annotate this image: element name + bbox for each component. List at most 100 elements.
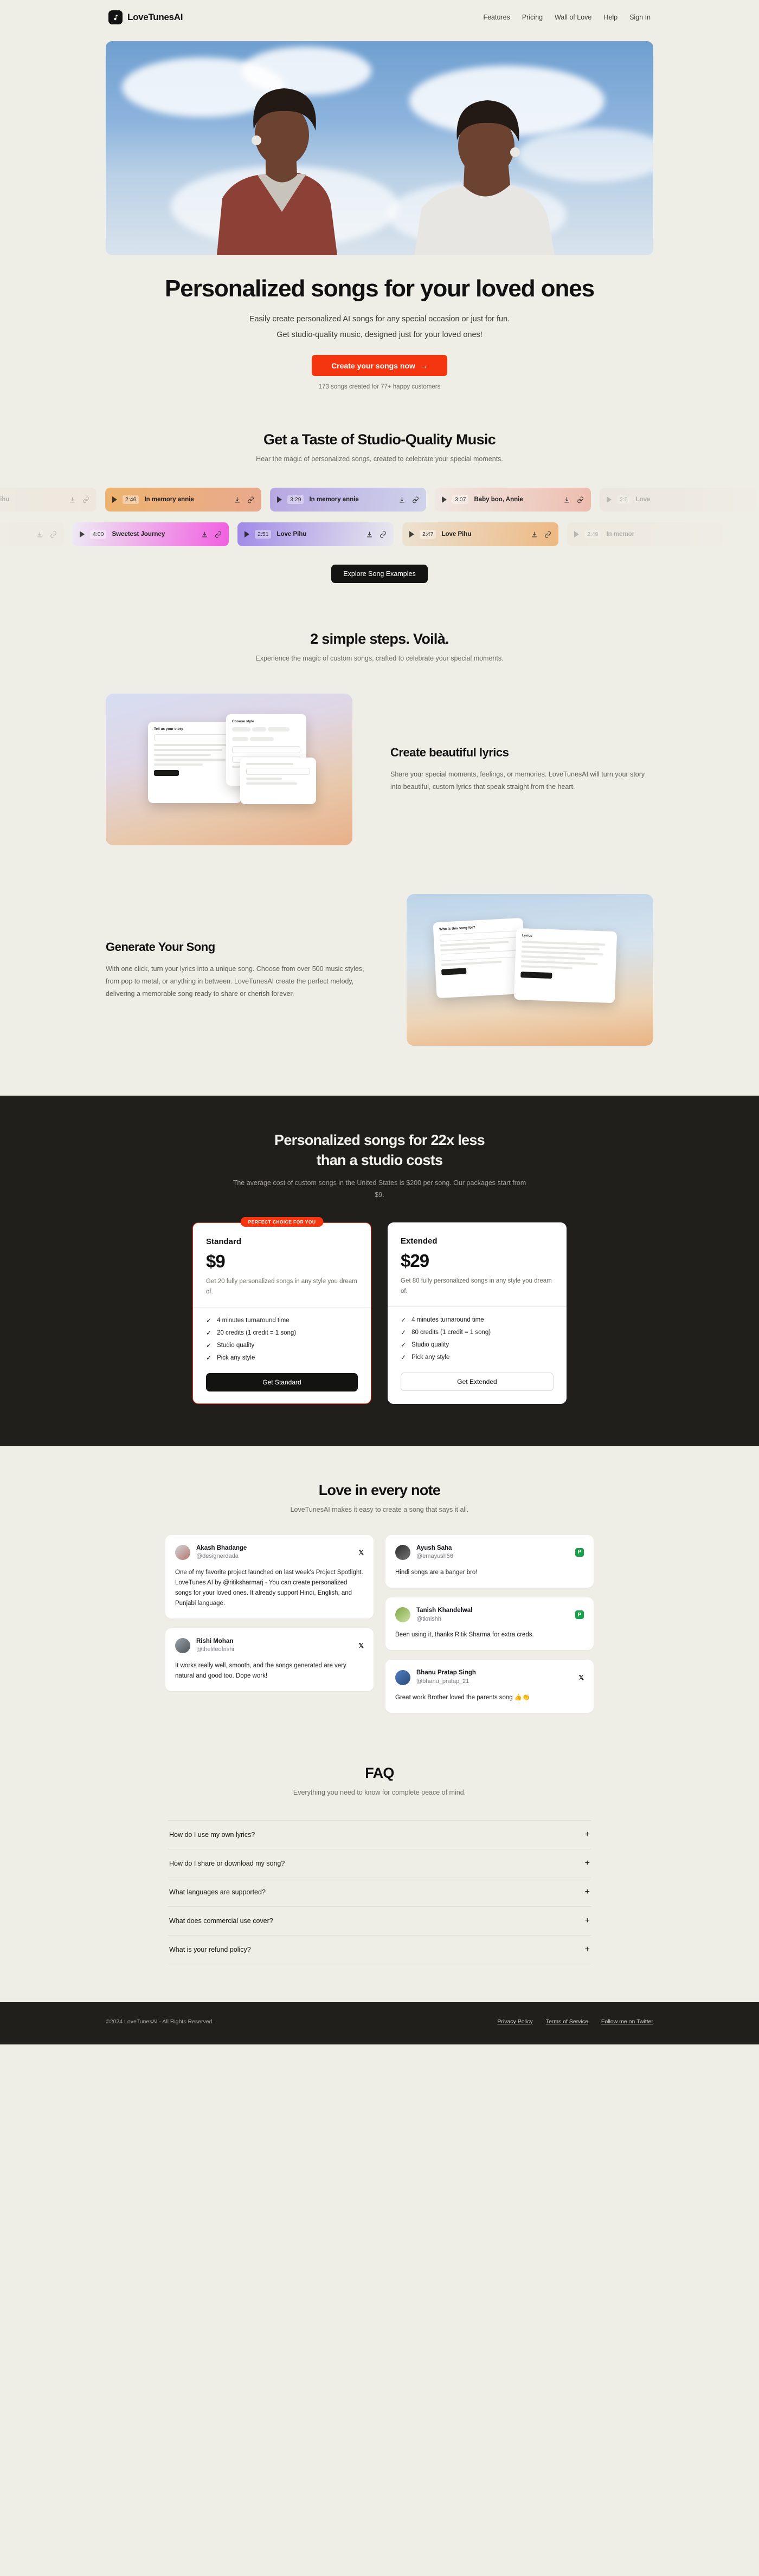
plus-icon[interactable]: +	[585, 1916, 590, 1925]
track-duration: 2:47	[420, 530, 436, 539]
avatar	[175, 1638, 190, 1654]
plan-description: Get 80 fully personalized songs in any s…	[401, 1277, 552, 1295]
brand-logo[interactable]: LoveTunesAI	[108, 10, 183, 24]
play-icon[interactable]	[574, 531, 579, 538]
download-icon[interactable]	[563, 496, 570, 503]
download-icon[interactable]	[201, 531, 208, 538]
track-duration: 2:46	[123, 495, 139, 504]
link-icon[interactable]	[412, 496, 419, 503]
testimonial-handle: @emayush56	[416, 1553, 454, 1560]
play-icon[interactable]	[442, 496, 447, 503]
check-icon: ✓	[401, 1353, 407, 1361]
play-icon[interactable]	[112, 496, 117, 503]
audio-player[interactable]: 4:00 Sweetest Journey	[73, 522, 229, 547]
link-icon[interactable]	[380, 531, 387, 538]
plan-cards: PERFECT CHOICE FOR YOU Standard $9 Get 2…	[192, 1216, 567, 1404]
check-icon: ✓	[206, 1354, 212, 1362]
testimonials-section: Love in every note LoveTunesAI makes it …	[0, 1446, 759, 1713]
plus-icon[interactable]: +	[585, 1859, 590, 1868]
mock-tell-story-title: Tell us your story	[154, 727, 183, 732]
hero-subtitle-line2: Get studio-quality music, designed just …	[276, 331, 483, 340]
plan-name: Extended	[401, 1236, 438, 1246]
audio-player[interactable]: 2:5 Love	[600, 488, 756, 512]
faq-item[interactable]: What languages are supported? +	[168, 1878, 591, 1907]
avatar	[395, 1544, 410, 1560]
avatar	[175, 1544, 190, 1560]
download-icon[interactable]	[69, 496, 76, 503]
download-icon[interactable]	[366, 531, 373, 538]
get-standard-button[interactable]: Get Standard	[206, 1373, 358, 1391]
play-icon[interactable]	[607, 496, 612, 503]
play-icon[interactable]	[277, 496, 282, 503]
link-icon[interactable]	[82, 496, 89, 503]
explore-song-examples-button[interactable]: Explore Song Examples	[331, 565, 428, 584]
faq-item[interactable]: How do I use my own lyrics? +	[168, 1820, 591, 1849]
footer-link-privacy-policy[interactable]: Privacy Policy	[497, 2018, 532, 2025]
plan-feature-label: Pick any style	[217, 1354, 255, 1361]
track-duration: 3:07	[452, 495, 469, 504]
p-icon[interactable]: P	[575, 1610, 584, 1620]
testimonial-card: Rishi Mohan @thelifeofrishi 𝕏 It works r…	[165, 1628, 374, 1692]
link-icon[interactable]	[215, 531, 222, 538]
p-icon[interactable]: P	[575, 1548, 584, 1557]
audio-player[interactable]: 2:46 In memory annie	[105, 488, 261, 512]
pricing-title-line2: than a studio costs	[316, 1151, 443, 1168]
nav-link-help[interactable]: Help	[603, 14, 618, 21]
audio-player[interactable]: 2:49 In memor	[567, 522, 723, 547]
x-icon[interactable]: 𝕏	[358, 1641, 364, 1651]
plus-icon[interactable]: +	[585, 1830, 590, 1839]
social-proof-note: 173 songs created for 77+ happy customer…	[318, 384, 441, 391]
audio-player[interactable]: 2:51 Love Pihu	[237, 522, 394, 547]
nav-link-pricing[interactable]: Pricing	[522, 14, 543, 21]
download-icon[interactable]	[234, 496, 241, 503]
samples-title: Get a Taste of Studio-Quality Music	[263, 431, 496, 448]
status-badge: PERFECT CHOICE FOR YOU	[240, 1216, 324, 1227]
nav-link-sign-in[interactable]: Sign In	[629, 14, 651, 21]
play-icon[interactable]	[80, 531, 85, 538]
track-duration: 4:00	[90, 530, 107, 539]
link-icon[interactable]	[577, 496, 584, 503]
nav-link-wall-of-love[interactable]: Wall of Love	[555, 14, 591, 21]
footer-link-terms-of-service[interactable]: Terms of Service	[546, 2018, 588, 2025]
testimonial-grid: Akash Bhadange @designerdada 𝕏 One of my…	[165, 1535, 594, 1713]
faq-item[interactable]: What is your refund policy? +	[168, 1936, 591, 1964]
get-extended-button[interactable]: Get Extended	[401, 1372, 554, 1391]
link-icon[interactable]	[247, 496, 254, 503]
x-icon[interactable]: 𝕏	[578, 1673, 584, 1682]
download-icon[interactable]	[36, 531, 43, 538]
plus-icon[interactable]: +	[585, 1887, 590, 1897]
testimonial-author: Ayush Saha	[416, 1544, 452, 1551]
play-icon[interactable]	[245, 531, 249, 538]
testimonial-body: Hindi songs are a banger bro!	[395, 1569, 478, 1576]
plus-icon[interactable]: +	[585, 1945, 590, 1954]
testimonial-card: Ayush Saha @emayush56 P Hindi songs are …	[385, 1535, 594, 1588]
track-title: Love Pihu	[276, 531, 307, 538]
check-icon: ✓	[206, 1316, 212, 1324]
download-icon[interactable]	[531, 531, 538, 538]
audio-player[interactable]: 3:10 Love Pihu	[0, 488, 97, 512]
plan-feature-label: 4 minutes turnaround time	[411, 1316, 484, 1323]
nav-link-features[interactable]: Features	[483, 14, 510, 21]
testimonial-handle: @thelifeofrishi	[196, 1646, 234, 1653]
audio-player[interactable]: 3:2 Love	[0, 522, 64, 547]
step-create-lyrics: Tell us your story Choose style Create b…	[106, 694, 653, 846]
audio-player[interactable]: 3:29 In memory annie	[270, 488, 426, 512]
testimonial-column-right: Ayush Saha @emayush56 P Hindi songs are …	[385, 1535, 594, 1713]
link-icon[interactable]	[50, 531, 57, 538]
faq-item[interactable]: What does commercial use cover? +	[168, 1907, 591, 1936]
sample-players: 3:10 Love Pihu 2:46 In memory annie	[0, 488, 759, 547]
footer-link-twitter[interactable]: Follow me on Twitter	[601, 2018, 653, 2025]
audio-player[interactable]: 2:47 Love Pihu	[402, 522, 558, 547]
link-icon[interactable]	[544, 531, 551, 538]
steps-title: 2 simple steps. Voilà.	[310, 631, 449, 648]
testimonial-body: One of my favorite project launched on l…	[175, 1569, 363, 1607]
play-icon[interactable]	[409, 531, 414, 538]
testimonial-card: Tanish Khandelwal @tknishh P Been using …	[385, 1597, 594, 1651]
track-duration: 2:49	[584, 530, 601, 539]
download-icon[interactable]	[398, 496, 406, 503]
player-row-1: 3:10 Love Pihu 2:46 In memory annie	[0, 488, 759, 512]
audio-player[interactable]: 3:07 Baby boo, Annie	[435, 488, 591, 512]
create-songs-button[interactable]: Create your songs now →	[312, 355, 447, 377]
x-icon[interactable]: 𝕏	[358, 1548, 364, 1557]
faq-item[interactable]: How do I share or download my song? +	[168, 1849, 591, 1878]
